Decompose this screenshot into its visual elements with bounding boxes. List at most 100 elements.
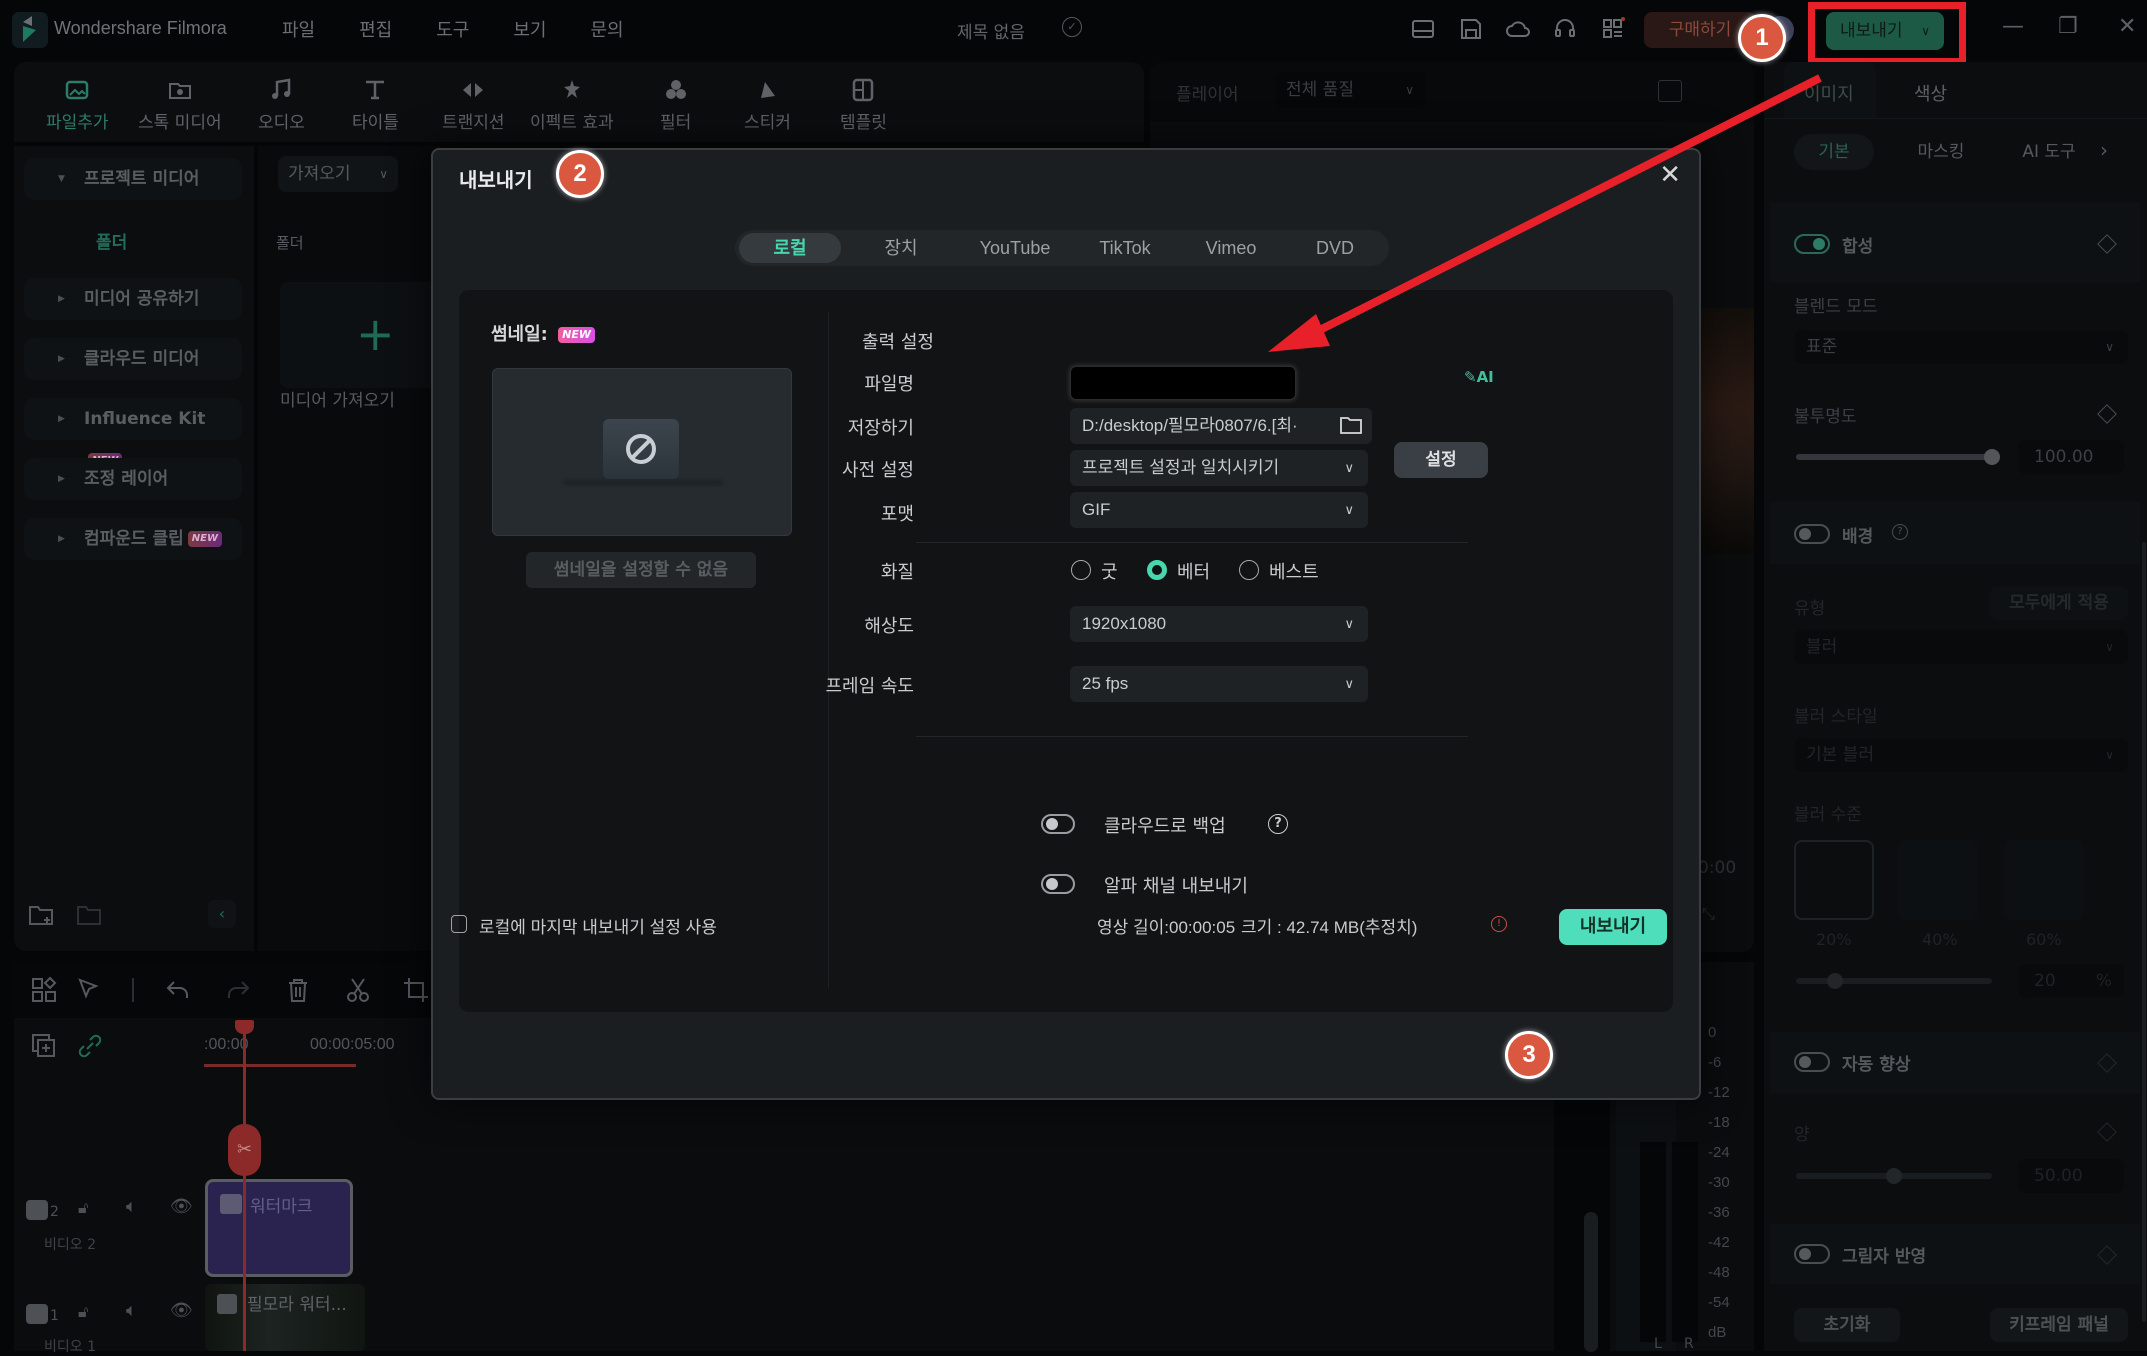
keyframe-diamond-icon[interactable]	[2097, 234, 2117, 254]
blur-level-input[interactable]: 20%	[2018, 964, 2124, 998]
import-dropdown[interactable]: 가져오기 ∨	[278, 156, 398, 192]
keyframe-diamond-icon[interactable]	[2097, 1053, 2117, 1073]
keyframe-diamond-icon[interactable]	[2097, 404, 2117, 424]
link-icon[interactable]	[76, 1032, 104, 1064]
subtab-basic[interactable]: 기본	[1794, 134, 1874, 170]
menu-view[interactable]: 보기	[513, 16, 546, 42]
watermark-clip[interactable]: 워터마크	[205, 1179, 353, 1277]
blur-preset-20[interactable]	[1794, 840, 1874, 920]
speaker-icon[interactable]: 🔈︎	[126, 1196, 137, 1217]
speaker-icon[interactable]: 🔈︎	[126, 1300, 137, 1321]
sidebar-item-compound-clip[interactable]: ▶ 컴파운드 클립 NEW	[24, 518, 242, 560]
shadow-toggle[interactable]	[1794, 1244, 1830, 1264]
eye-icon[interactable]: 👁︎	[170, 1300, 193, 1321]
save-icon[interactable]	[1458, 16, 1484, 42]
menu-edit[interactable]: 편집	[359, 16, 392, 42]
tab-vimeo[interactable]: Vimeo	[1181, 230, 1281, 266]
quality-radio-best[interactable]	[1239, 560, 1259, 580]
playback-quality-select[interactable]: 전체 품질 ∨	[1276, 72, 1426, 108]
apps-grid-icon[interactable]	[1600, 16, 1626, 42]
fullscreen-icon[interactable]: ⤡	[1702, 904, 1715, 924]
undo-icon[interactable]	[164, 976, 192, 1008]
blur-slider-track[interactable]	[1796, 978, 1992, 984]
lock-icon[interactable]: 🔓︎	[78, 1198, 88, 1218]
amount-slider-knob[interactable]	[1886, 1168, 1902, 1184]
format-select[interactable]: GIF ∨	[1070, 492, 1368, 528]
eye-icon[interactable]: 👁︎	[170, 1196, 193, 1217]
collapse-panel-button[interactable]: ‹	[208, 900, 236, 928]
background-toggle[interactable]	[1794, 524, 1830, 544]
close-window-button[interactable]: ✕	[2118, 14, 2136, 39]
playhead-line[interactable]	[243, 1022, 246, 1351]
tab-color[interactable]: 색상	[1914, 80, 1947, 106]
minimize-button[interactable]: —	[2002, 14, 2024, 39]
redo-icon[interactable]	[224, 976, 252, 1008]
opacity-slider-track[interactable]	[1796, 454, 1992, 460]
new-folder-icon[interactable]	[28, 904, 54, 926]
menu-help[interactable]: 문의	[591, 16, 624, 42]
auto-enhance-toggle[interactable]	[1794, 1052, 1830, 1072]
help-icon[interactable]: ?	[1268, 814, 1288, 834]
quality-radio-good[interactable]	[1071, 560, 1091, 580]
sidebar-folder[interactable]: 폴더	[96, 228, 127, 253]
scissors-split-icon[interactable]	[344, 976, 372, 1008]
compose-toggle[interactable]	[1794, 234, 1830, 254]
cloud-sync-icon[interactable]	[1505, 16, 1531, 42]
blur-preset-60[interactable]	[2004, 840, 2084, 920]
tool-filters[interactable]: 필터	[660, 76, 691, 133]
tool-effects[interactable]: 이펙트 효과	[530, 76, 614, 133]
tool-stickers[interactable]: 스티커	[744, 76, 791, 133]
quality-radio-better[interactable]	[1147, 560, 1167, 580]
sidebar-item-adjustment-layer[interactable]: ▶ 조정 레이어	[24, 458, 242, 500]
sidebar-item-shared-media[interactable]: ▶ 미디어 공유하기	[24, 278, 242, 320]
tab-device[interactable]: 장치	[851, 230, 951, 266]
crop-icon[interactable]	[402, 976, 430, 1008]
opacity-input[interactable]: 100.00	[2018, 440, 2124, 474]
sidebar-item-influence-kit[interactable]: ▶Influence KitNEW	[24, 398, 242, 469]
blur-preset-40[interactable]	[1898, 840, 1978, 920]
preset-select[interactable]: 프로젝트 설정과 일치시키기 ∨	[1070, 450, 1368, 486]
blend-mode-select[interactable]: 표준 ∨	[1794, 330, 2128, 364]
sidebar-item-cloud-media[interactable]: ▶ 클라우드 미디어	[24, 338, 242, 380]
delete-trash-icon[interactable]	[284, 976, 312, 1008]
blur-style-select[interactable]: 기본 블러 ∨	[1794, 738, 2128, 772]
tool-stock-media[interactable]: 스톡 미디어	[138, 76, 222, 133]
tab-tiktok[interactable]: TikTok	[1075, 230, 1175, 266]
tool-transitions[interactable]: 트랜지션	[442, 76, 505, 133]
playhead-handle[interactable]	[235, 1020, 254, 1034]
filename-input[interactable]	[1070, 366, 1296, 400]
background-type-select[interactable]: 블러 ∨	[1794, 630, 2128, 664]
opacity-slider-knob[interactable]	[1984, 449, 2000, 465]
tab-dvd[interactable]: DVD	[1285, 230, 1385, 266]
alpha-channel-toggle[interactable]	[1041, 874, 1075, 894]
tool-titles[interactable]: 타이틀	[352, 76, 399, 133]
folder-icon[interactable]	[1340, 416, 1362, 434]
headset-support-icon[interactable]	[1552, 16, 1578, 42]
cloud-backup-toggle[interactable]	[1041, 814, 1075, 834]
video-clip[interactable]: 필모라 워터...	[205, 1284, 365, 1351]
sidebar-item-project-media[interactable]: ▼ 프로젝트 미디어	[24, 158, 242, 200]
preset-settings-button[interactable]: 설정	[1394, 442, 1488, 478]
layout-icon[interactable]	[1410, 16, 1436, 42]
restore-button[interactable]: ❐	[2058, 14, 2078, 39]
ai-rename-pencil-icon[interactable]: ✎AI	[1464, 368, 1494, 386]
subtab-ai-tools[interactable]: AI 도구	[2004, 134, 2094, 170]
tab-youtube[interactable]: YouTube	[955, 230, 1075, 266]
keyframe-diamond-icon[interactable]	[2097, 1245, 2117, 1265]
layout-grid-icon[interactable]	[30, 976, 58, 1008]
menu-file[interactable]: 파일	[282, 16, 315, 42]
frame-rate-select[interactable]: 25 fps ∨	[1070, 666, 1368, 702]
timeline-scrollbar[interactable]	[1584, 1212, 1598, 1352]
help-icon[interactable]: ?	[1892, 524, 1908, 540]
reset-button[interactable]: 초기화	[1794, 1308, 1900, 1342]
subtab-masking[interactable]: 마스킹	[1896, 134, 1986, 170]
blur-slider-knob[interactable]	[1827, 973, 1844, 989]
amount-input[interactable]: 50.00	[2018, 1159, 2124, 1193]
close-icon[interactable]: ✕	[1659, 162, 1681, 188]
tool-templates[interactable]: 템플릿	[840, 76, 887, 133]
menu-tools[interactable]: 도구	[436, 16, 469, 42]
tab-image[interactable]: 이미지	[1804, 80, 1854, 106]
chevron-right-icon[interactable]: ›	[2100, 138, 2108, 162]
apply-to-all-button[interactable]: 모두에게 적용	[1990, 586, 2128, 620]
save-path-input[interactable]: D:/desktop/필모라0807/6.[최·	[1070, 408, 1372, 444]
